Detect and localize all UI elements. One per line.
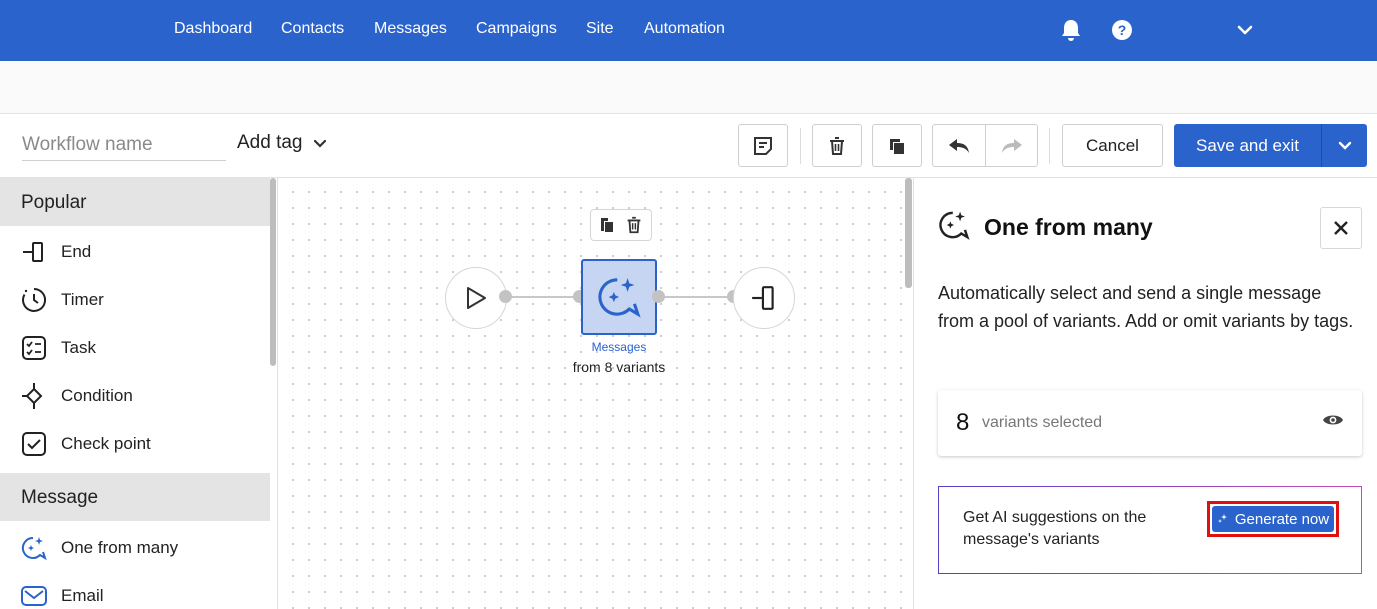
sidebar-item-one-from-many[interactable]: One from many [0, 524, 270, 572]
sparkle-chat-icon [598, 278, 641, 318]
email-icon [20, 582, 48, 609]
section-header-popular: Popular [0, 178, 270, 226]
add-tag-label: Add tag [237, 132, 303, 153]
sub-header-bar [0, 61, 1377, 114]
nav-site[interactable]: Site [586, 20, 614, 38]
node-toolbar [590, 209, 652, 241]
nav-automation[interactable]: Automation [644, 20, 725, 38]
redo-button[interactable] [985, 124, 1038, 167]
trash-icon [830, 136, 844, 155]
sidebar-item-label: Condition [61, 386, 133, 405]
help-icon[interactable]: ? [1110, 16, 1134, 44]
redo-icon [1001, 138, 1022, 153]
close-panel-button[interactable] [1320, 207, 1362, 249]
top-navigation-bar: Dashboard Contacts Messages Campaigns Si… [0, 0, 1377, 61]
sidebar-item-check-point[interactable]: Check point [0, 420, 270, 468]
sidebar-item-end[interactable]: End [0, 228, 270, 276]
node-caption-detail: from 8 variants [572, 359, 666, 375]
task-icon [20, 334, 48, 362]
variant-label: variants selected [982, 414, 1103, 431]
nav-messages[interactable]: Messages [374, 20, 447, 38]
sidebar-item-timer[interactable]: Timer [0, 276, 270, 324]
chevron-down-icon[interactable] [1233, 16, 1257, 44]
nav-contacts[interactable]: Contacts [281, 20, 344, 38]
canvas-scrollbar[interactable] [905, 178, 912, 288]
delete-button[interactable] [812, 124, 862, 167]
copy-icon [890, 138, 904, 154]
toolbar-divider [1049, 128, 1050, 164]
check-point-icon [20, 430, 48, 458]
chevron-down-icon [313, 139, 326, 148]
nav-dashboard[interactable]: Dashboard [174, 20, 252, 38]
sidebar-item-label: Email [61, 586, 104, 605]
workflow-canvas[interactable]: Messages from 8 variants [279, 178, 912, 609]
start-node[interactable] [445, 267, 507, 329]
end-icon [752, 286, 774, 310]
sidebar-item-label: Check point [61, 434, 151, 453]
workflow-edge [507, 296, 583, 298]
sparkle-chat-icon [20, 534, 48, 562]
sidebar-item-condition[interactable]: Condition [0, 372, 270, 420]
ai-suggestions-text: Get AI suggestions on the message's vari… [963, 509, 1147, 548]
note-icon [754, 136, 772, 155]
sidebar-scrollbar[interactable] [270, 178, 276, 366]
eye-icon[interactable] [1322, 412, 1344, 433]
workflow-name-input[interactable] [22, 129, 226, 161]
save-options-dropdown[interactable] [1321, 124, 1367, 167]
bell-icon[interactable] [1059, 16, 1083, 44]
ai-suggestions-card: Get AI suggestions on the message's vari… [938, 486, 1362, 574]
node-port[interactable] [499, 290, 512, 303]
sidebar-item-label: Task [61, 338, 96, 357]
node-caption-type: Messages [591, 340, 647, 354]
save-and-exit-button[interactable]: Save and exit [1174, 124, 1321, 167]
step-settings-panel: One from many Automatically select and s… [913, 178, 1377, 609]
close-icon [1334, 221, 1348, 235]
panel-title: One from many [984, 214, 1153, 240]
sparkle-chat-icon [937, 208, 971, 247]
panel-description: Automatically select and send a single m… [938, 283, 1354, 331]
end-icon [20, 238, 48, 266]
chevron-down-icon [1338, 141, 1351, 150]
notes-button[interactable] [738, 124, 788, 167]
sidebar-item-label: One from many [61, 538, 179, 557]
generate-highlight: Generate now [1207, 501, 1339, 537]
sidebar-item-label: Timer [61, 290, 104, 309]
variants-card: 8 variants selected [938, 390, 1362, 456]
sidebar-item-task[interactable]: Task [0, 324, 270, 372]
nav-campaigns[interactable]: Campaigns [476, 20, 557, 38]
workflow-edge [657, 296, 735, 298]
condition-icon [20, 382, 48, 410]
sidebar-item-email[interactable]: Email [0, 572, 270, 609]
add-tag-dropdown[interactable]: Add tag [237, 132, 327, 154]
cancel-button[interactable]: Cancel [1062, 124, 1163, 167]
duplicate-button[interactable] [872, 124, 922, 167]
sidebar-item-label: End [61, 242, 92, 261]
toolbar-divider [800, 128, 801, 164]
generate-now-button[interactable]: Generate now [1212, 506, 1334, 532]
section-header-message: Message [0, 473, 270, 521]
sparkle-icon [1217, 514, 1227, 523]
variant-count: 8 [956, 409, 970, 436]
play-icon [467, 287, 486, 309]
steps-sidebar: Popular End Timer Task Condition Check p… [0, 178, 278, 609]
undo-icon [949, 138, 969, 153]
timer-icon [20, 286, 48, 314]
end-node[interactable] [733, 267, 795, 329]
svg-text:?: ? [1118, 22, 1127, 38]
generate-now-label: Generate now [1234, 510, 1330, 528]
undo-button[interactable] [932, 124, 986, 167]
workflow-toolbar: Add tag Cancel Save and exit [0, 114, 1377, 178]
node-port[interactable] [652, 290, 665, 303]
trash-icon[interactable] [624, 215, 644, 235]
one-from-many-node[interactable] [581, 259, 657, 335]
copy-icon[interactable] [598, 215, 618, 235]
